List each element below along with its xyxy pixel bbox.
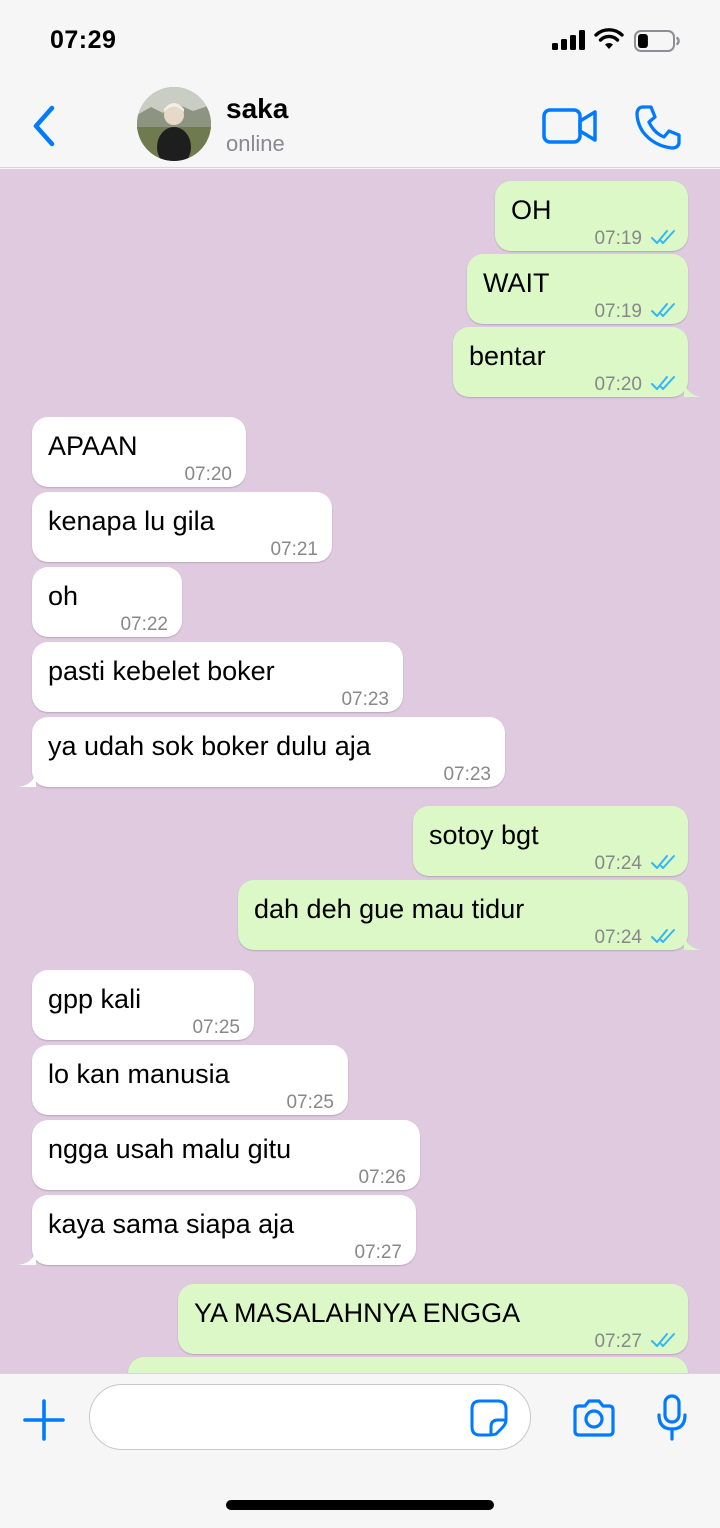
message-time: 07:19 xyxy=(594,228,642,249)
battery-icon xyxy=(634,30,680,52)
message-bubble-outgoing[interactable]: WAIT 07:19 xyxy=(467,254,688,324)
read-receipt-icon xyxy=(651,855,675,869)
bubble-tail xyxy=(684,934,702,950)
message-time: 07:27 xyxy=(594,1331,642,1352)
sticker-icon[interactable] xyxy=(469,1398,509,1438)
message-input[interactable] xyxy=(89,1384,531,1450)
message-text: lo kan manusia xyxy=(48,1059,230,1089)
message-bubble-incoming[interactable]: ya udah sok boker dulu aja 07:23 xyxy=(18,717,505,787)
message-bubble-incoming[interactable]: APAAN 07:20 xyxy=(32,417,246,487)
message-bubble-incoming[interactable]: lo kan manusia 07:25 xyxy=(32,1045,348,1115)
message-text: APAAN xyxy=(48,431,138,461)
message-text: bentar xyxy=(469,341,546,371)
contact-name[interactable]: saka xyxy=(226,93,288,125)
message-time: 07:23 xyxy=(341,689,389,710)
contact-status: online xyxy=(226,131,285,156)
message-text: OH xyxy=(511,195,552,225)
message-bubble-outgoing[interactable]: OH 07:19 xyxy=(495,181,688,251)
read-receipt-icon xyxy=(651,376,675,390)
bubble-tail xyxy=(684,381,702,397)
chat-header: saka online xyxy=(0,84,720,168)
message-text: pasti kebelet boker xyxy=(48,656,275,686)
video-call-button[interactable] xyxy=(541,106,599,146)
contact-avatar[interactable] xyxy=(137,87,211,161)
message-text: gpp kali xyxy=(48,984,142,1014)
bubble-tail xyxy=(18,771,36,787)
wifi-icon xyxy=(594,28,624,49)
message-time: 07:21 xyxy=(270,539,318,560)
voice-call-button[interactable] xyxy=(634,104,682,150)
message-bubble-incoming[interactable]: kenapa lu gila 07:21 xyxy=(32,492,332,562)
message-time: 07:20 xyxy=(184,464,232,485)
plus-icon[interactable] xyxy=(22,1398,66,1442)
message-time: 07:19 xyxy=(594,301,642,322)
message-text: kenapa lu gila xyxy=(48,506,215,536)
message-time: 07:24 xyxy=(594,927,642,948)
message-bubble-outgoing[interactable]: sotoy bgt 07:24 xyxy=(413,806,688,876)
message-list[interactable]: OH 07:19 WAIT 07:19 bentar 07:20 APAAN 0… xyxy=(0,169,720,1373)
message-bubble-outgoing[interactable]: YA MASALAHNYA ENGGA 07:27 xyxy=(178,1284,688,1354)
message-bubble-incoming[interactable]: gpp kali 07:25 xyxy=(32,970,254,1040)
message-text: ya udah sok boker dulu aja xyxy=(48,731,371,761)
status-bar: 07:29 xyxy=(0,0,720,84)
message-time: 07:27 xyxy=(354,1242,402,1263)
message-time: 07:25 xyxy=(286,1092,334,1113)
message-time: 07:23 xyxy=(443,764,491,785)
message-bubble-outgoing-partial[interactable] xyxy=(128,1357,688,1373)
status-time: 07:29 xyxy=(50,26,117,54)
message-text: YA MASALAHNYA ENGGA xyxy=(194,1298,521,1328)
message-bubble-outgoing[interactable]: dah deh gue mau tidur 07:24 xyxy=(238,880,702,950)
message-text: dah deh gue mau tidur xyxy=(254,894,525,924)
message-time: 07:25 xyxy=(192,1017,240,1038)
message-bubble-outgoing[interactable]: bentar 07:20 xyxy=(453,327,702,397)
home-indicator[interactable] xyxy=(226,1500,494,1510)
message-text: ngga usah malu gitu xyxy=(48,1134,292,1164)
message-bubble-incoming[interactable]: kaya sama siapa aja 07:27 xyxy=(18,1195,416,1265)
read-receipt-icon xyxy=(651,230,675,244)
message-text: oh xyxy=(48,581,79,611)
message-time: 07:22 xyxy=(120,614,168,635)
read-receipt-icon xyxy=(651,303,675,317)
back-button[interactable] xyxy=(28,102,62,150)
read-receipt-icon xyxy=(651,929,675,943)
message-text: WAIT xyxy=(483,268,550,298)
message-time: 07:20 xyxy=(594,374,642,395)
read-receipt-icon xyxy=(651,1333,675,1347)
message-bubble-incoming[interactable]: ngga usah malu gitu 07:26 xyxy=(32,1120,420,1190)
message-bubble-incoming[interactable]: pasti kebelet boker 07:23 xyxy=(32,642,403,712)
message-time: 07:26 xyxy=(358,1167,406,1188)
message-bubble-incoming[interactable]: oh 07:22 xyxy=(32,567,182,637)
message-text: sotoy bgt xyxy=(429,820,539,850)
bubble-tail xyxy=(18,1249,36,1265)
message-text: kaya sama siapa aja xyxy=(48,1209,295,1239)
microphone-icon[interactable] xyxy=(655,1394,689,1442)
camera-icon[interactable] xyxy=(571,1398,617,1438)
message-time: 07:24 xyxy=(594,853,642,874)
cellular-signal-icon xyxy=(552,30,586,50)
